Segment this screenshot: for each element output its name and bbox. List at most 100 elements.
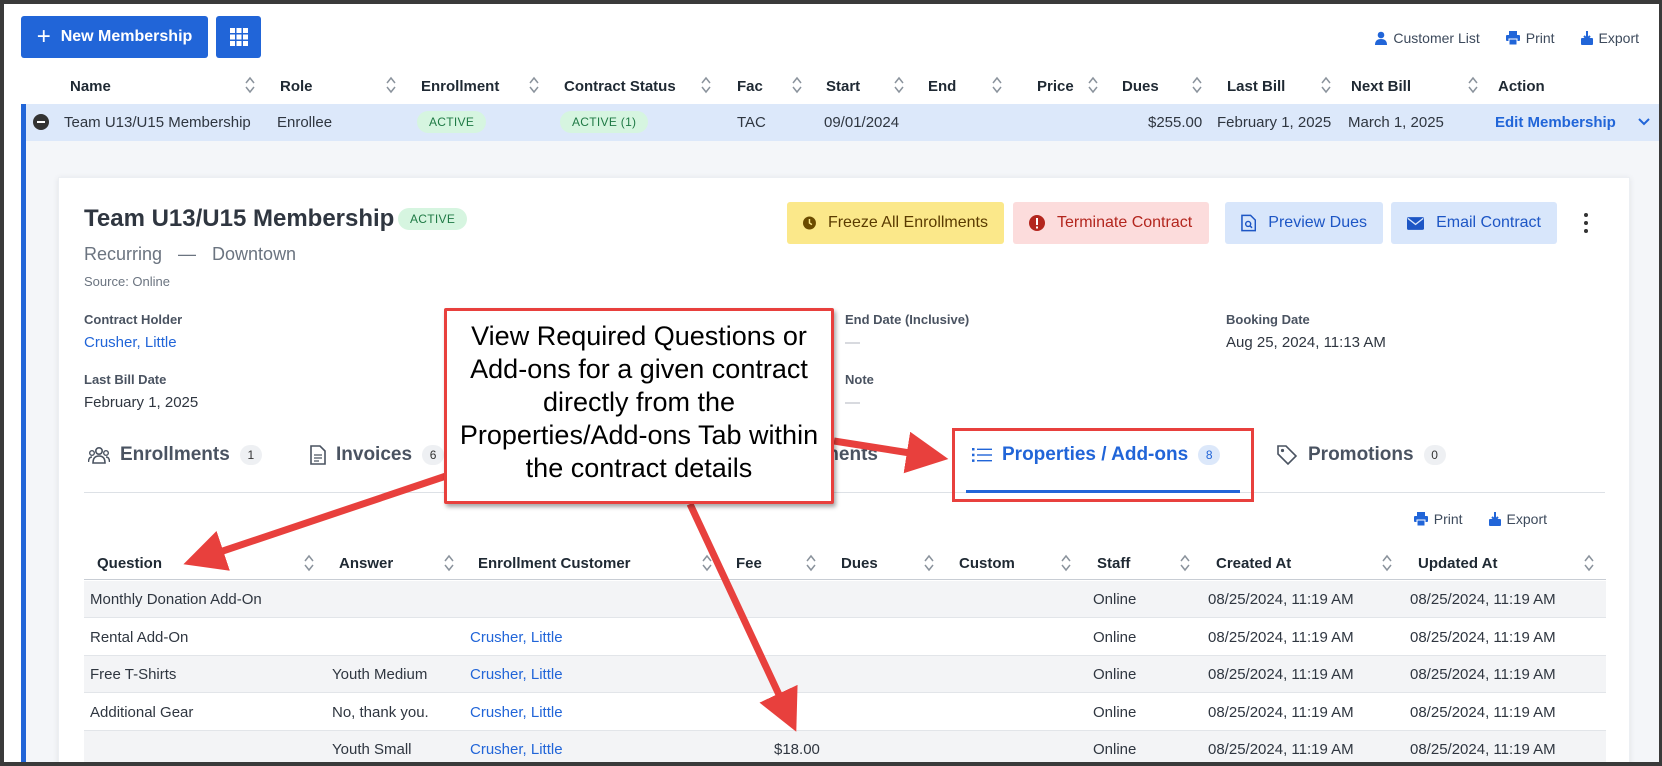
col-start[interactable]: Start [826, 78, 860, 95]
new-membership-button[interactable]: + New Membership [21, 16, 208, 58]
collapse-icon[interactable] [33, 114, 49, 130]
table-row: Monthly Donation Add-On Online 08/25/202… [84, 581, 1606, 618]
contract-holder-link[interactable]: Crusher, Little [84, 334, 177, 351]
terminate-contract-button[interactable]: Terminate Contract [1013, 202, 1209, 244]
alert-icon [1029, 215, 1045, 231]
sort-icon[interactable] [528, 75, 540, 95]
sort-icon[interactable] [1467, 75, 1479, 95]
tab-invoices[interactable]: Invoices 6 [310, 444, 445, 466]
col-last-bill[interactable]: Last Bill [1227, 78, 1285, 95]
customer-list-link[interactable]: Customer List [1375, 30, 1480, 46]
grid-view-button[interactable] [216, 16, 261, 58]
question-cell: Rental Add-On [90, 629, 189, 646]
sort-icon[interactable] [443, 553, 455, 573]
contract-location: Downtown [212, 244, 297, 264]
selected-row-indicator [21, 104, 26, 762]
created-cell: 08/25/2024, 11:19 AM [1208, 591, 1354, 608]
tab-enrollments-label: Enrollments [120, 444, 230, 465]
col-end[interactable]: End [928, 78, 956, 95]
chevron-down-icon[interactable] [1638, 117, 1650, 127]
freeze-enrollments-button[interactable]: Freeze All Enrollments [787, 202, 1004, 244]
customer-link[interactable]: Crusher, Little [470, 666, 563, 683]
col-name[interactable]: Name [70, 78, 111, 95]
membership-next-bill: March 1, 2025 [1348, 114, 1444, 131]
sort-icon[interactable] [700, 75, 712, 95]
sort-icon[interactable] [791, 75, 803, 95]
sort-icon[interactable] [1583, 553, 1595, 573]
col-updated-at[interactable]: Updated At [1418, 555, 1497, 572]
sort-icon[interactable] [923, 553, 935, 573]
customer-link[interactable]: Crusher, Little [470, 704, 563, 721]
properties-print-label: Print [1433, 511, 1463, 527]
col-custom[interactable]: Custom [959, 555, 1015, 572]
membership-dues: $255.00 [1148, 114, 1203, 131]
staff-cell: Online [1093, 666, 1137, 683]
col-next-bill[interactable]: Next Bill [1351, 78, 1411, 95]
customer-link[interactable]: Crusher, Little [470, 741, 563, 758]
sort-icon[interactable] [1060, 553, 1072, 573]
properties-actions: Print Export [1413, 511, 1547, 527]
sort-icon[interactable] [1191, 75, 1203, 95]
col-dues[interactable]: Dues [841, 555, 878, 572]
sort-icon[interactable] [1087, 75, 1099, 95]
sort-icon[interactable] [1381, 553, 1393, 573]
membership-row[interactable]: Team U13/U15 Membership Enrollee ACTIVE … [21, 104, 1659, 141]
col-fee[interactable]: Fee [736, 555, 762, 572]
created-cell: 08/25/2024, 11:19 AM [1208, 666, 1354, 683]
email-contract-button[interactable]: Email Contract [1391, 202, 1557, 244]
col-staff[interactable]: Staff [1097, 555, 1130, 572]
tabs-divider [84, 492, 1605, 493]
col-contract-status[interactable]: Contract Status [564, 78, 676, 95]
table-row: Free T-Shirts Youth Medium Crusher, Litt… [84, 656, 1606, 693]
col-enrollment[interactable]: Enrollment [421, 78, 499, 95]
edit-membership-link[interactable]: Edit Membership [1495, 114, 1616, 131]
properties-export-link[interactable]: Export [1488, 511, 1547, 527]
col-answer[interactable]: Answer [339, 555, 393, 572]
end-date-label: End Date (Inclusive) [845, 312, 970, 327]
membership-last-bill: February 1, 2025 [1217, 114, 1332, 131]
customer-list-label: Customer List [1393, 30, 1480, 46]
contract-source: Source: Online [84, 274, 170, 289]
answer-cell: Youth Small [332, 741, 412, 758]
export-link[interactable]: Export [1580, 30, 1639, 46]
sort-icon[interactable] [303, 553, 315, 573]
memberships-table-header: Name Role Enrollment Contract Status Fac… [4, 70, 1659, 102]
col-price[interactable]: Price [1037, 78, 1074, 95]
question-cell: Additional Gear [90, 704, 194, 721]
print-link[interactable]: Print [1505, 30, 1555, 46]
tab-promotions-count: 0 [1423, 445, 1446, 465]
sort-icon[interactable] [1179, 553, 1191, 573]
preview-dues-button[interactable]: Preview Dues [1225, 202, 1383, 244]
col-enrollment-customer[interactable]: Enrollment Customer [478, 555, 631, 572]
col-fac[interactable]: Fac [737, 78, 763, 95]
people-icon [88, 446, 110, 464]
sort-icon[interactable] [805, 553, 817, 573]
created-cell: 08/25/2024, 11:19 AM [1208, 741, 1354, 758]
last-bill-date-value: February 1, 2025 [84, 394, 199, 411]
sort-icon[interactable] [244, 75, 256, 95]
customer-link[interactable]: Crusher, Little [470, 629, 563, 646]
tab-enrollments[interactable]: Enrollments 1 [88, 444, 262, 466]
staff-cell: Online [1093, 629, 1137, 646]
sort-icon[interactable] [385, 75, 397, 95]
sort-icon[interactable] [1320, 75, 1332, 95]
tab-promotions-label: Promotions [1308, 444, 1414, 465]
more-options-icon[interactable] [1576, 210, 1596, 236]
fee-cell: $18.00 [774, 741, 820, 758]
question-cell: Monthly Donation Add-On [90, 591, 262, 608]
updated-cell: 08/25/2024, 11:19 AM [1410, 591, 1556, 608]
tab-promotions[interactable]: Promotions 0 [1276, 444, 1446, 466]
staff-cell: Online [1093, 741, 1137, 758]
col-created-at[interactable]: Created At [1216, 555, 1291, 572]
contract-type: Recurring [84, 244, 163, 264]
terminate-label: Terminate Contract [1057, 214, 1193, 231]
annotation-callout: View Required Questions or Add-ons for a… [444, 308, 834, 504]
col-role[interactable]: Role [280, 78, 313, 95]
sort-icon[interactable] [893, 75, 905, 95]
properties-print-link[interactable]: Print [1413, 511, 1463, 527]
col-dues[interactable]: Dues [1122, 78, 1159, 95]
col-question[interactable]: Question [97, 555, 162, 572]
created-cell: 08/25/2024, 11:19 AM [1208, 704, 1354, 721]
sort-icon[interactable] [991, 75, 1003, 95]
sort-icon[interactable] [701, 553, 713, 573]
